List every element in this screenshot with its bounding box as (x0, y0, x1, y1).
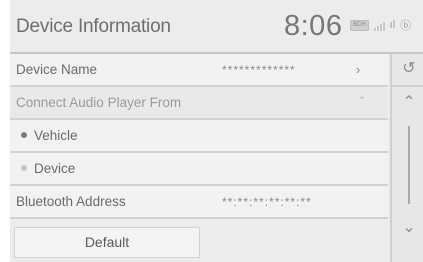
device-name-value: ************* (222, 63, 296, 77)
radio-unselected-icon (21, 165, 27, 171)
device-option-label: Device (34, 161, 76, 176)
default-button[interactable]: Default (14, 227, 200, 258)
battery-icon: ⓑ (400, 20, 412, 32)
connect-audio-label: Connect Audio Player From (16, 95, 182, 110)
device-option-row[interactable]: Device (10, 153, 388, 186)
device-info-panel: Device Information 8:06 BCH ıl ⓑ Device … (10, 0, 423, 262)
chevron-up-icon: ⌃ (357, 94, 368, 108)
vehicle-option-row[interactable]: Vehicle (10, 120, 388, 153)
bluetooth-address-value: **:**:**:**:**:** (222, 195, 312, 209)
vehicle-option-label: Vehicle (34, 128, 78, 143)
chevron-right-icon: › (356, 62, 361, 77)
page-title: Device Information (16, 16, 171, 37)
side-scroll-bar: ↺ ⌃ ⌄ (390, 54, 423, 262)
device-name-label: Device Name (16, 62, 98, 77)
radio-selected-icon (21, 132, 27, 138)
status-area: BCH ıl ⓑ (350, 17, 411, 33)
phone-status-icon: ıl (389, 19, 396, 31)
settings-list: Device Name ************* › Connect Audi… (10, 54, 388, 219)
device-name-row[interactable]: Device Name ************* › (10, 54, 388, 87)
double-chevron-up-icon[interactable]: ⌃ (398, 92, 420, 114)
signal-icon (373, 20, 385, 31)
back-arrow-icon[interactable]: ↺ (398, 58, 420, 80)
bluetooth-address-label: Bluetooth Address (16, 194, 126, 209)
scroll-track[interactable] (408, 126, 410, 204)
connect-audio-player-section[interactable]: Connect Audio Player From ⌃ (10, 87, 388, 120)
screen: Device Information 8:06 BCH ıl ⓑ Device … (0, 0, 423, 262)
double-chevron-down-icon[interactable]: ⌄ (398, 217, 420, 239)
status-badge: BCH (350, 19, 369, 31)
bluetooth-address-row: Bluetooth Address **:**:**:**:**:** (10, 186, 388, 219)
side-divider (392, 85, 423, 87)
clock: 8:06 (284, 10, 343, 42)
header-bar: Device Information 8:06 BCH ıl ⓑ (10, 0, 423, 54)
